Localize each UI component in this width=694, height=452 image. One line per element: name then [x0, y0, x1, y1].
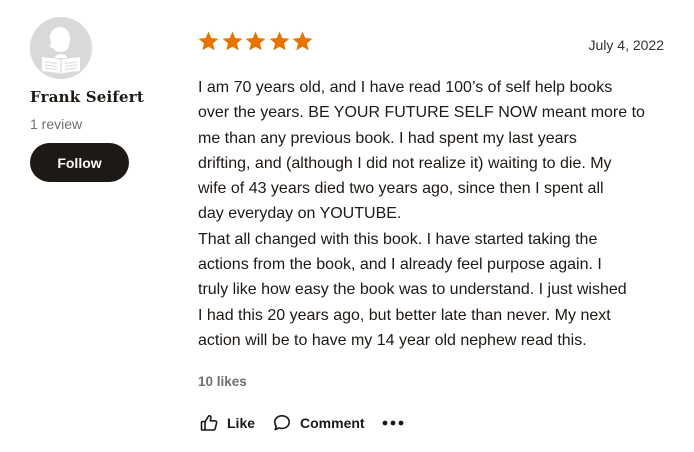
review-actions: Like Comment [200, 411, 404, 435]
review-text-line: actions from the book, and I already fee… [198, 256, 602, 274]
star-icon [197, 30, 221, 54]
star-icon [291, 30, 315, 54]
review-text: I am 70 years old, and I have read 100’s… [198, 75, 672, 353]
review-text-line: truly like how easy the book was to unde… [198, 281, 627, 299]
review-date[interactable]: July 4, 2022 [589, 37, 665, 53]
star-icon [268, 30, 292, 54]
star-rating [197, 30, 315, 54]
review-text-line: action will be to have my 14 year old ne… [198, 331, 587, 349]
follow-button[interactable]: Follow [30, 143, 129, 182]
avatar[interactable] [30, 17, 92, 79]
like-button[interactable]: Like [200, 414, 255, 432]
default-user-avatar-icon [30, 17, 92, 79]
review-text-line: me than any previous book. I had spent m… [198, 129, 577, 147]
star-icon [221, 30, 245, 54]
review-text-line: day everyday on YOUTUBE. [198, 205, 402, 223]
star-icon [244, 30, 268, 54]
comment-button[interactable]: Comment [273, 414, 365, 432]
more-dots-icon[interactable] [382, 420, 404, 426]
review-text-line: over the years. BE YOUR FUTURE SELF NOW … [198, 104, 645, 122]
like-label: Like [227, 415, 256, 431]
review-text-line: drifting, and (although I did not realiz… [198, 154, 612, 172]
review-text-line: wife of 43 years died two years ago, sin… [198, 180, 604, 198]
author-review-count: 1 review [30, 116, 83, 132]
likes-count[interactable]: 10 likes [198, 374, 247, 389]
review-text-line: I had this 20 years ago, but better late… [198, 306, 611, 324]
thumbs-up-icon [200, 414, 218, 432]
review-text-line: I am 70 years old, and I have read 100’s… [198, 79, 613, 96]
speech-bubble-icon [273, 414, 291, 432]
comment-label: Comment [300, 415, 365, 431]
author-name[interactable]: Frank Seifert [30, 88, 144, 106]
review-text-line: That all changed with this book. I have … [198, 230, 598, 248]
